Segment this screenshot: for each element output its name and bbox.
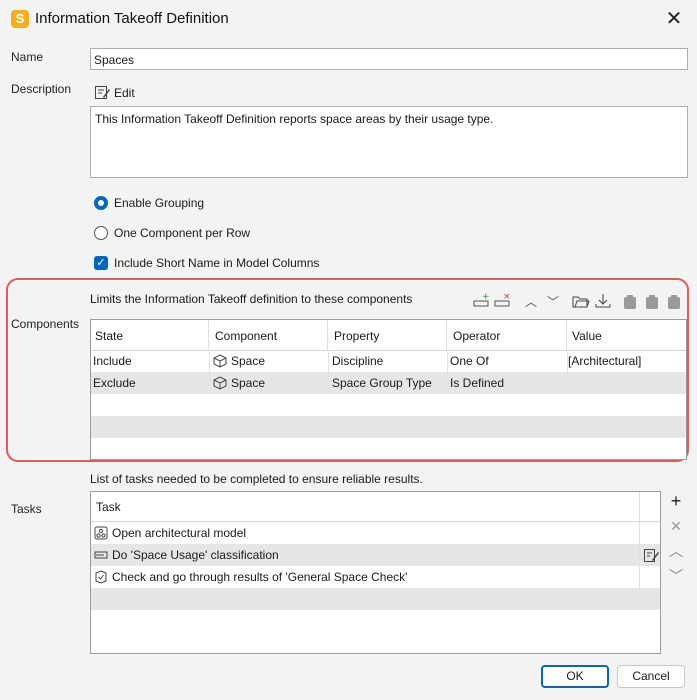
remove-task-icon[interactable]: ✕ (667, 517, 685, 535)
row-component: Space (209, 350, 328, 372)
row-operator: Is Defined (450, 376, 505, 390)
row-state: Include (93, 354, 132, 368)
task-text: Do 'Space Usage' classification (112, 548, 279, 562)
clipboard-icon (624, 295, 636, 309)
column-divider (209, 350, 210, 394)
one-component-radio[interactable] (94, 226, 108, 240)
empty-row (91, 394, 686, 416)
tasks-hint: List of tasks needed to be completed to … (90, 472, 423, 486)
add-component-button[interactable]: + (473, 292, 491, 308)
add-task-icon[interactable]: + (667, 492, 685, 510)
enable-grouping-radio[interactable] (94, 196, 108, 210)
edit-icon (644, 549, 659, 562)
svg-text:×: × (503, 292, 511, 302)
include-short-name-option[interactable]: ✓ Include Short Name in Model Columns (94, 255, 354, 273)
include-short-name-label: Include Short Name in Model Columns (114, 256, 320, 270)
one-component-label: One Component per Row (114, 226, 251, 240)
components-header: State Component Property Operator Value (91, 320, 686, 351)
clipboard-button-3[interactable] (666, 294, 682, 310)
row-component-text: Space (231, 376, 266, 390)
task-cell: Open architectural model (91, 522, 640, 544)
column-divider (447, 350, 448, 394)
include-short-name-checkbox[interactable]: ✓ (94, 256, 108, 270)
move-down-icon[interactable]: ﹀ (545, 294, 561, 310)
window-title: Information Takeoff Definition (35, 10, 229, 27)
task-row[interactable]: Do 'Space Usage' classification (91, 544, 660, 566)
cube-icon (213, 376, 227, 390)
components-table: State Component Property Operator Value … (90, 319, 687, 460)
check-icon (95, 570, 107, 584)
name-field[interactable]: Spaces (90, 48, 688, 70)
empty-row (91, 416, 686, 438)
task-cell: Do 'Space Usage' classification (91, 544, 640, 566)
clipboard-icon (646, 295, 658, 309)
classification-icon (94, 551, 108, 559)
app-icon: S (11, 10, 29, 28)
open-folder-button[interactable] (572, 293, 590, 309)
empty-row (91, 632, 660, 653)
task-row[interactable]: Check and go through results of 'General… (91, 566, 660, 588)
remove-component-button[interactable]: × (494, 292, 512, 308)
edit-task-button[interactable] (642, 546, 660, 564)
column-divider (328, 350, 329, 394)
enable-grouping-option[interactable]: Enable Grouping (94, 195, 234, 213)
move-task-up-icon[interactable]: ︿ (667, 542, 685, 560)
column-divider (567, 350, 568, 394)
table-row[interactable]: Exclude Space Space Group Type Is Define… (91, 372, 686, 394)
row-value (567, 372, 686, 394)
cancel-button[interactable]: Cancel (617, 665, 685, 688)
task-cell: Check and go through results of 'General… (91, 566, 640, 588)
header-value[interactable]: Value (567, 320, 686, 350)
empty-row (91, 588, 660, 610)
clipboard-button-1[interactable] (622, 294, 638, 310)
task-text: Open architectural model (112, 526, 247, 540)
row-operator: One Of (450, 354, 489, 368)
clipboard-icon (668, 295, 680, 309)
description-box[interactable]: This Information Takeoff Definition repo… (90, 106, 688, 178)
cube-icon (213, 354, 227, 368)
move-up-icon[interactable]: ︿ (523, 294, 539, 310)
name-value: Spaces (94, 53, 135, 67)
header-task[interactable]: Task (91, 492, 640, 521)
close-button[interactable]: ✕ (654, 4, 694, 34)
edit-label: Edit (114, 86, 135, 100)
row-property: Space Group Type (332, 376, 432, 390)
clipboard-button-2[interactable] (644, 294, 660, 310)
task-row[interactable]: Open architectural model (91, 522, 660, 544)
one-component-option[interactable]: One Component per Row (94, 225, 274, 243)
row-component: Space (209, 372, 328, 394)
row-state: Exclude (93, 376, 136, 390)
header-state[interactable]: State (91, 320, 209, 350)
tasks-table: Task Open architectural model Do 'Space … (90, 491, 661, 654)
row-value: [Architectural] (568, 354, 642, 368)
ok-button[interactable]: OK (541, 665, 609, 688)
description-label: Description (11, 82, 72, 96)
empty-row (91, 438, 686, 459)
components-hint: Limits the Information Takeoff definitio… (90, 292, 413, 306)
add-row-icon: + (473, 292, 490, 307)
task-text: Check and go through results of 'General… (112, 570, 408, 584)
row-component-text: Space (231, 354, 266, 368)
name-label: Name (11, 50, 44, 64)
model-icon (94, 526, 108, 540)
description-text: This Information Takeoff Definition repo… (95, 112, 494, 126)
tasks-label: Tasks (11, 502, 42, 516)
tasks-header: Task (91, 492, 660, 522)
edit-icon (95, 86, 110, 99)
empty-row (91, 610, 660, 632)
row-property: Discipline (332, 354, 384, 368)
remove-row-icon: × (494, 292, 511, 307)
header-component[interactable]: Component (209, 320, 328, 350)
header-operator[interactable]: Operator (447, 320, 567, 350)
components-label: Components (11, 317, 80, 331)
enable-grouping-label: Enable Grouping (114, 196, 205, 210)
table-row[interactable]: Include Space Discipline One Of [Archite… (91, 350, 686, 372)
header-property[interactable]: Property (328, 320, 447, 350)
svg-text:+: + (482, 292, 490, 302)
folder-icon (572, 296, 590, 308)
move-task-down-icon[interactable]: ﹀ (667, 567, 685, 585)
download-icon (595, 294, 611, 308)
download-button[interactable] (594, 293, 612, 309)
edit-description-button[interactable]: Edit (94, 84, 154, 102)
